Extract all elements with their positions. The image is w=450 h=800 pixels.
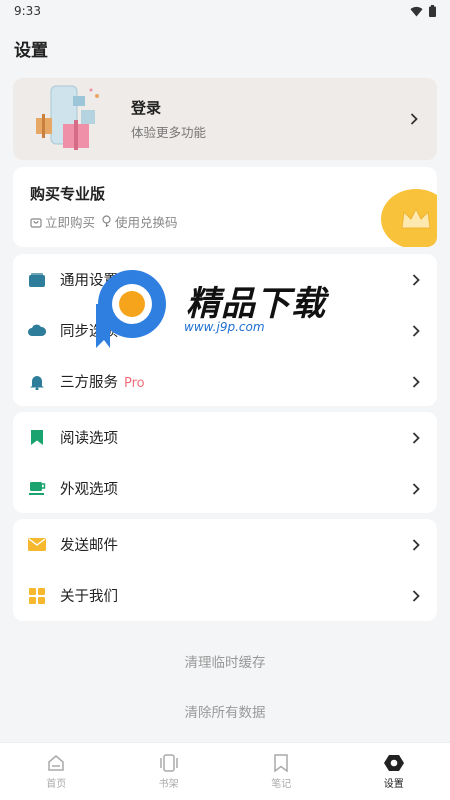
- nav-notes[interactable]: 笔记: [225, 743, 338, 800]
- page-title: 设置: [14, 41, 48, 61]
- status-icons: [410, 5, 436, 17]
- home-icon: [48, 754, 64, 771]
- row-label: 三方服务 Pro: [60, 371, 401, 392]
- row-send-email[interactable]: 发送邮件: [13, 519, 437, 570]
- row-label: 外观选项: [60, 482, 118, 498]
- wifi-icon: [410, 6, 423, 17]
- nav-settings[interactable]: 设置: [338, 743, 450, 800]
- buy-now-link[interactable]: 立即购买: [30, 212, 95, 231]
- settings-group-display: 阅读选项 外观选项: [13, 412, 437, 513]
- nav-home[interactable]: 首页: [0, 743, 113, 800]
- watermark: 精品下载 www.j9p.com: [94, 268, 354, 352]
- nav-label: 书架: [158, 778, 179, 790]
- shopping-bag-icon: [30, 217, 42, 228]
- bookshelf-icon: [160, 753, 178, 772]
- gear-icon: [383, 754, 404, 771]
- settings-group-about: 发送邮件 关于我们: [13, 519, 437, 621]
- nav-label: 首页: [46, 778, 67, 790]
- nav-label: 笔记: [271, 778, 292, 790]
- buy-now-label: 立即购买: [45, 215, 96, 230]
- bell-icon: [28, 373, 46, 391]
- chevron-right-icon: [399, 113, 429, 125]
- chevron-right-icon: [401, 324, 431, 337]
- row-label: 阅读选项: [60, 431, 118, 447]
- battery-icon: [429, 5, 436, 17]
- chevron-right-icon: [401, 273, 431, 286]
- pro-card[interactable]: 购买专业版 立即购买 使用兑换码: [13, 167, 437, 247]
- pro-title: 购买专业版: [30, 185, 106, 203]
- bottom-nav: 首页 书架 笔记 设置: [0, 742, 450, 800]
- row-label-text: 三方服务: [60, 375, 118, 391]
- pro-tag: Pro: [124, 376, 145, 391]
- login-subtitle: 体验更多功能: [131, 125, 207, 140]
- redeem-label: 使用兑换码: [115, 215, 178, 230]
- folder-icon: [28, 271, 46, 289]
- login-title: 登录: [131, 99, 162, 117]
- cloud-icon: [28, 322, 46, 340]
- mail-icon: [28, 536, 46, 554]
- cup-icon: [28, 480, 46, 498]
- watermark-logo: [96, 270, 166, 348]
- status-time: 9:33: [14, 4, 41, 18]
- redeem-link[interactable]: 使用兑换码: [101, 212, 178, 231]
- watermark-url: www.j9p.com: [184, 320, 265, 334]
- nav-label: 设置: [383, 778, 404, 790]
- row-appearance-options[interactable]: 外观选项: [13, 463, 437, 513]
- row-reading-options[interactable]: 阅读选项: [13, 412, 437, 463]
- chevron-right-icon: [401, 431, 431, 444]
- login-illustration: [33, 84, 113, 154]
- chevron-right-icon: [401, 375, 431, 388]
- clear-all-data-button[interactable]: 清除所有数据: [0, 701, 450, 721]
- key-icon: [102, 215, 111, 227]
- watermark-brand: 精品下载: [186, 284, 326, 324]
- chevron-right-icon: [401, 482, 431, 495]
- bookmark-icon: [274, 753, 288, 772]
- status-bar: 9:33: [0, 0, 450, 22]
- row-about-us[interactable]: 关于我们: [13, 570, 437, 621]
- nav-bookshelf[interactable]: 书架: [113, 743, 226, 800]
- row-label: 发送邮件: [60, 538, 118, 554]
- grid-icon: [28, 587, 46, 605]
- crown-icon: [381, 189, 437, 247]
- chevron-right-icon: [401, 538, 431, 551]
- row-third-party-services[interactable]: 三方服务 Pro: [13, 356, 437, 406]
- row-label: 关于我们: [60, 589, 118, 605]
- login-card[interactable]: 登录 体验更多功能: [13, 78, 437, 160]
- clear-cache-button[interactable]: 清理临时缓存: [0, 651, 450, 671]
- chevron-right-icon: [401, 589, 431, 602]
- bookmark-icon: [28, 429, 46, 447]
